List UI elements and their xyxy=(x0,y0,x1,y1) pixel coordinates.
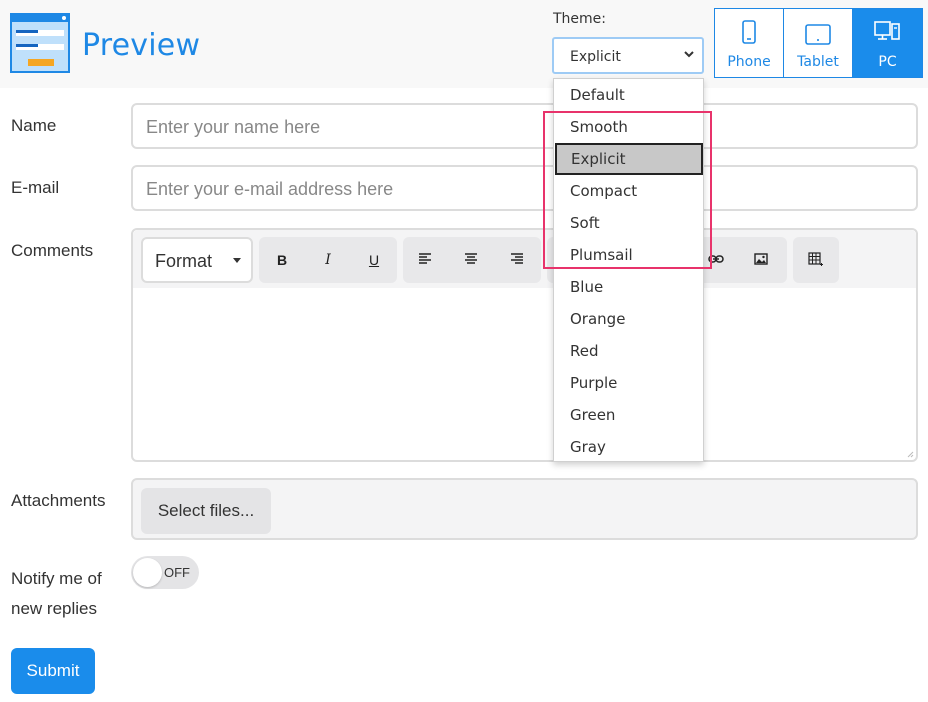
align-center-icon xyxy=(465,253,477,264)
align-left-button[interactable] xyxy=(403,237,449,283)
underline-button[interactable]: U xyxy=(351,237,397,283)
preview-logo-icon xyxy=(10,13,70,73)
device-switcher: Phone Tablet PC xyxy=(714,8,923,78)
attachments-label: Attachments xyxy=(11,491,106,510)
align-center-button[interactable] xyxy=(449,237,495,283)
select-files-button[interactable]: Select files... xyxy=(141,488,271,534)
align-right-button[interactable] xyxy=(495,237,541,283)
theme-option-purple[interactable]: Purple xyxy=(554,367,703,399)
notify-toggle[interactable]: OFF xyxy=(131,556,199,589)
text-style-group: B I U xyxy=(259,237,397,283)
format-dropdown-value: Format xyxy=(155,251,213,271)
device-label-phone: Phone xyxy=(727,54,771,70)
bold-button[interactable]: B xyxy=(259,237,305,283)
insert-image-button[interactable] xyxy=(739,237,785,283)
device-button-tablet[interactable]: Tablet xyxy=(784,9,853,77)
theme-option-red[interactable]: Red xyxy=(554,335,703,367)
resize-handle-icon[interactable] xyxy=(906,450,914,458)
image-icon xyxy=(754,253,768,265)
device-label-pc: PC xyxy=(878,54,897,70)
align-right-icon xyxy=(511,253,523,264)
chevron-down-icon xyxy=(684,51,694,58)
editor-toolbar: Format B I U xyxy=(133,230,916,288)
phone-icon xyxy=(742,20,756,44)
submit-button[interactable]: Submit xyxy=(11,648,95,694)
theme-option-green[interactable]: Green xyxy=(554,399,703,431)
theme-label: Theme: xyxy=(553,11,607,27)
format-dropdown[interactable]: Format xyxy=(141,237,253,283)
attachments-dropzone[interactable]: Select files... xyxy=(131,478,918,540)
notify-label-line2: new replies xyxy=(11,599,97,618)
table-icon xyxy=(808,252,823,266)
highlight-box xyxy=(543,111,712,269)
caret-down-icon xyxy=(233,258,241,263)
name-input-placeholder: Enter your name here xyxy=(146,117,321,137)
email-input[interactable]: Enter your e-mail address here xyxy=(131,165,918,211)
email-input-placeholder: Enter your e-mail address here xyxy=(146,179,394,199)
comments-label: Comments xyxy=(11,241,94,260)
comments-editor[interactable]: Format B I U xyxy=(131,228,918,462)
tablet-icon xyxy=(805,24,831,45)
email-label: E-mail xyxy=(11,178,60,197)
theme-option-gray[interactable]: Gray xyxy=(554,431,703,463)
theme-select-value: Explicit xyxy=(570,49,621,65)
page-title: Preview xyxy=(82,28,201,63)
name-input[interactable]: Enter your name here xyxy=(131,103,918,149)
alignment-group xyxy=(403,237,541,283)
notify-label-line1: Notify me of xyxy=(11,569,102,588)
insert-table-button[interactable] xyxy=(793,237,839,283)
table-group xyxy=(793,237,839,283)
theme-option-orange[interactable]: Orange xyxy=(554,303,703,335)
device-button-phone[interactable]: Phone xyxy=(715,9,784,77)
align-left-icon xyxy=(419,253,431,264)
theme-option-default[interactable]: Default xyxy=(554,79,703,111)
device-label-tablet: Tablet xyxy=(797,54,839,70)
italic-button[interactable]: I xyxy=(305,237,351,283)
toggle-state-text: OFF xyxy=(164,565,190,580)
device-button-pc[interactable]: PC xyxy=(853,9,922,77)
pc-icon xyxy=(874,21,901,40)
theme-option-blue[interactable]: Blue xyxy=(554,271,703,303)
theme-select[interactable]: Explicit xyxy=(552,37,704,74)
toggle-knob xyxy=(133,558,162,587)
name-label: Name xyxy=(11,116,57,135)
